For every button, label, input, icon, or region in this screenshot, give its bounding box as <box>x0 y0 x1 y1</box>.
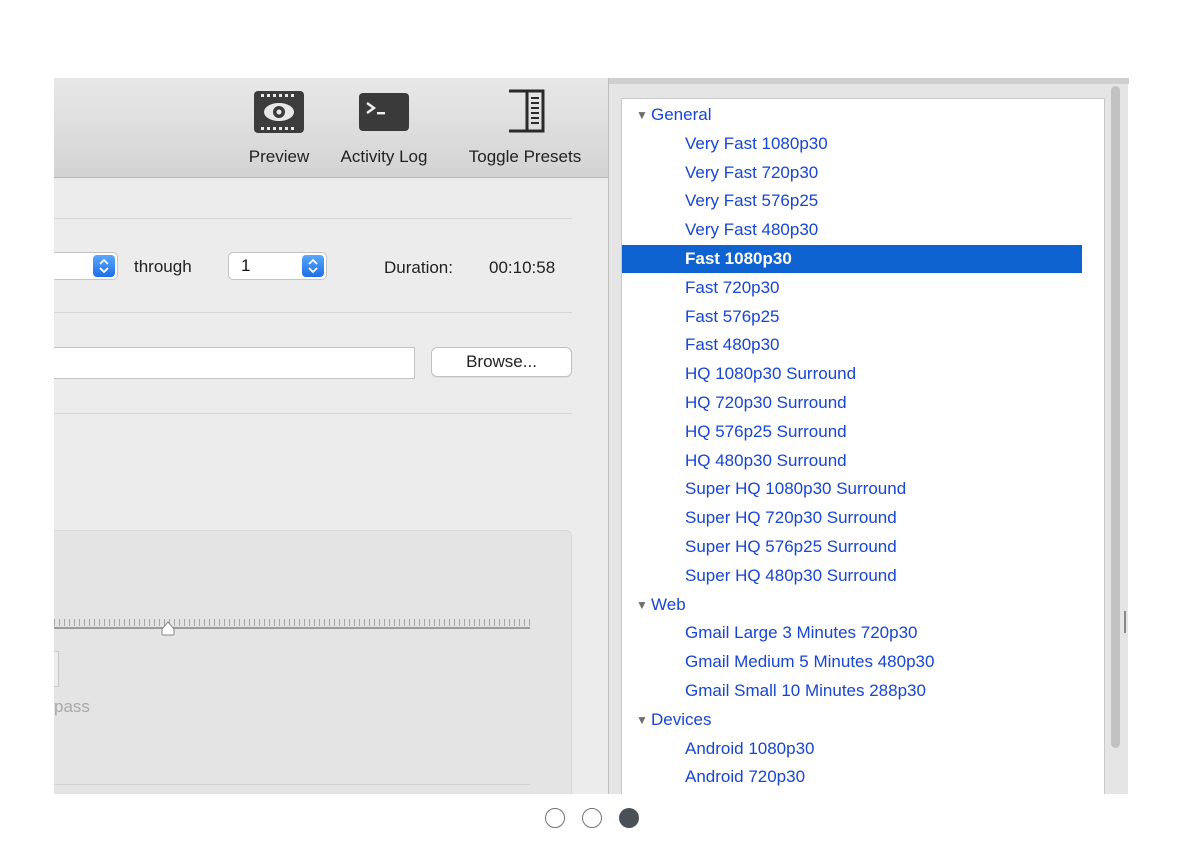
preset-item-label: Very Fast 480p30 <box>685 220 819 240</box>
preset-item-label: HQ 480p30 Surround <box>685 450 847 470</box>
disclosure-triangle-icon[interactable]: ▼ <box>636 101 648 129</box>
activity-log-label: Activity Log <box>340 147 428 166</box>
disclosure-triangle-icon[interactable]: ▼ <box>636 591 648 619</box>
preset-item[interactable]: Very Fast 1080p30 <box>622 130 1082 158</box>
preset-item-label: Gmail Medium 5 Minutes 480p30 <box>685 652 935 672</box>
scrollbar[interactable] <box>1111 86 1120 748</box>
preset-item-label: Super HQ 1080p30 Surround <box>685 479 907 499</box>
destination-path-field[interactable] <box>54 347 415 379</box>
resize-handle[interactable] <box>1124 611 1126 633</box>
carousel-dot[interactable] <box>545 808 565 828</box>
preset-list[interactable]: ▼ General Very Fast 1080p30 Very Fast 720p3… <box>621 98 1105 794</box>
presets-drawer: ▼ General Very Fast 1080p30 Very Fast 720p3… <box>608 78 1129 794</box>
preset-item-label: Very Fast 1080p30 <box>685 133 828 153</box>
preset-item-label: Fast 1080p30 <box>685 249 792 268</box>
preset-item[interactable]: HQ 576p25 Surround <box>622 418 1082 446</box>
preset-item-label: HQ 1080p30 Surround <box>685 364 857 384</box>
preset-item[interactable]: Super HQ 1080p30 Surround <box>622 475 1082 503</box>
preset-item[interactable]: Very Fast 576p25 <box>622 187 1082 215</box>
preset-item[interactable]: Very Fast 720p30 <box>622 159 1082 187</box>
preset-group[interactable]: ▼ General <box>622 101 1082 129</box>
preset-group-label: General <box>651 105 712 124</box>
preset-item[interactable]: HQ 720p30 Surround <box>622 389 1082 417</box>
preset-item[interactable]: Super HQ 576p25 Surround <box>622 533 1082 561</box>
preset-item-label: Gmail Small 10 Minutes 288p30 <box>685 681 926 700</box>
disclosure-triangle-icon[interactable]: ▼ <box>636 706 648 734</box>
preset-group-label: Web <box>651 594 686 614</box>
slider-knob[interactable] <box>160 620 176 636</box>
preset-item[interactable]: Super HQ 720p30 Surround <box>622 504 1082 532</box>
main-window: Preview Activity Log Toggle Presets thro… <box>54 78 610 794</box>
carousel-dot[interactable] <box>619 808 639 828</box>
drawer-icon <box>509 89 545 133</box>
range-end-value: 1 <box>241 256 251 275</box>
stepper-arrows-icon[interactable] <box>93 255 115 277</box>
duration-label: Duration: <box>384 258 453 277</box>
activity-log-button[interactable]: Activity Log <box>328 78 440 177</box>
preset-item[interactable]: Fast 480p30 <box>622 331 1082 359</box>
preset-item[interactable]: Fast 576p25 <box>622 303 1082 331</box>
preset-group-label: Devices <box>651 709 712 729</box>
preset-item-label: Fast 720p30 <box>685 277 780 297</box>
terminal-icon <box>359 93 409 131</box>
preset-item[interactable]: Android 1080p30 <box>622 735 1082 763</box>
preset-item[interactable]: Gmail Medium 5 Minutes 480p30 <box>622 648 1082 676</box>
eye-icon <box>254 91 304 133</box>
divider <box>54 413 572 414</box>
preset-group[interactable]: ▼ Devices <box>622 706 1082 734</box>
preset-item-label: Super HQ 576p25 Surround <box>685 537 897 556</box>
preset-item[interactable]: Fast 720p30 <box>622 274 1082 302</box>
value-field[interactable] <box>54 651 59 687</box>
preset-item[interactable]: Super HQ 480p30 Surround <box>622 562 1082 590</box>
preset-item[interactable]: Gmail Small 10 Minutes 288p30 <box>622 677 1082 705</box>
quality-slider[interactable] <box>54 627 530 629</box>
preset-item-label: Super HQ 480p30 Surround <box>685 565 897 585</box>
preset-item-label: HQ 720p30 Surround <box>685 393 847 412</box>
preset-item-label: Fast 480p30 <box>685 335 780 355</box>
range-end-stepper[interactable]: 1 <box>228 252 327 280</box>
browse-button[interactable]: Browse... <box>431 347 572 377</box>
preset-item-label: Fast 576p25 <box>685 306 780 326</box>
toggle-presets-label: Toggle Presets <box>468 147 582 166</box>
preview-button[interactable]: Preview <box>240 78 318 177</box>
preset-item[interactable]: HQ 1080p30 Surround <box>622 360 1082 388</box>
divider <box>54 312 572 313</box>
settings-panel: pass <box>54 530 572 794</box>
drawer-top-edge <box>609 78 1129 84</box>
toggle-presets-button[interactable]: Toggle Presets <box>452 78 598 177</box>
divider <box>54 784 530 785</box>
stepper-arrows-icon[interactable] <box>302 255 324 277</box>
preset-item[interactable]: HQ 480p30 Surround <box>622 447 1082 475</box>
through-label: through <box>134 257 192 276</box>
carousel-dot[interactable] <box>582 808 602 828</box>
duration-value: 00:10:58 <box>489 258 556 277</box>
preset-item-label: Very Fast 720p30 <box>685 162 819 182</box>
preset-item[interactable]: Android 720p30 <box>622 763 1082 791</box>
slider-ticks <box>54 619 530 626</box>
preset-item-label: Very Fast 576p25 <box>685 191 819 211</box>
preset-group[interactable]: ▼ Web <box>622 591 1082 619</box>
preset-item-label: Android 720p30 <box>685 767 806 787</box>
toolbar: Preview Activity Log Toggle Presets <box>54 78 610 178</box>
preset-item[interactable]: Gmail Large 3 Minutes 720p30 <box>622 619 1082 647</box>
preset-item[interactable]: Fast 1080p30 <box>622 245 1082 273</box>
preset-item-label: Android 1080p30 <box>685 738 815 758</box>
pass-label: pass <box>54 697 90 716</box>
preset-item-label: Gmail Large 3 Minutes 720p30 <box>685 623 918 643</box>
preview-label: Preview <box>248 147 310 166</box>
divider <box>54 218 572 219</box>
preset-item-label: HQ 576p25 Surround <box>685 421 847 441</box>
preset-item-label: Super HQ 720p30 Surround <box>685 508 897 528</box>
range-start-stepper[interactable] <box>54 252 118 280</box>
preset-item[interactable]: Very Fast 480p30 <box>622 216 1082 244</box>
